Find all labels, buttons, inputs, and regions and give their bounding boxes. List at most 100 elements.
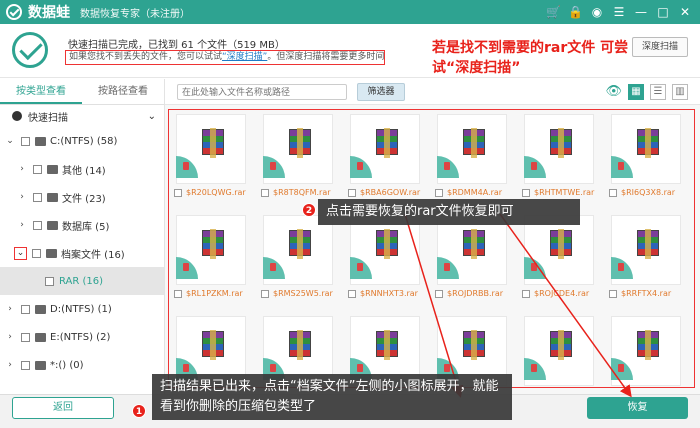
tree-label: 数据库 (5) [62,221,110,233]
tip-text-before: 如果您找不到丢失的文件，您可以试试 [69,52,223,62]
maximize-icon[interactable]: □ [656,5,670,19]
sidebar: 按类型查看 按路径查看 快速扫描 ⌄ ⌄ C:(NTFS) (58) › 其他 … [0,79,165,394]
tab-by-type[interactable]: 按类型查看 [0,79,82,104]
file-card[interactable]: $RI6Q3X8.rar [605,112,692,207]
scan-status-text: 快速扫描已完成，已找到 61 个文件（519 MB） [68,40,285,51]
file-card[interactable]: $R8T8QFM.rar [257,112,344,207]
file-name-row: $RMS25W5.rar [261,289,333,298]
detail-view-icon[interactable]: ▥ [672,83,688,100]
checkbox[interactable] [32,248,41,258]
file-card[interactable]: $ROJDRBB.rar [431,213,518,308]
file-name: $RBA6GOW.rar [360,188,421,197]
window-subtitle: 数据恢复专家（未注册） [80,8,190,20]
chevron-down-icon[interactable]: ⌄ [148,111,156,122]
checkbox[interactable] [174,289,182,298]
file-card[interactable]: $R20LQWG.rar [170,112,257,207]
tree-item-e-drive[interactable]: › E:(NTFS) (2) [0,323,164,351]
file-grid-highlight: $R20LQWG.rar $R8T8QFM.rar $RBA6GOW.rar $RDM… [168,109,695,388]
grid-view-icon[interactable]: ▦ [628,83,644,100]
file-card[interactable]: $ROJCDE4.rar [518,213,605,308]
chevron-right-icon[interactable]: › [16,220,28,230]
file-name: $RHTMTWE.rar [534,188,595,197]
chevron-right-icon[interactable]: › [4,360,16,370]
file-name-row: $RRFTX4.rar [609,289,671,298]
tree-label: D:(NTFS) (1) [50,303,112,315]
checkbox[interactable] [435,289,443,298]
file-name-row: $RHTMTWE.rar [522,188,594,197]
tree-label: RAR (16) [59,275,104,287]
lock-icon[interactable]: 🔒 [568,5,583,19]
checkbox[interactable] [21,360,30,370]
back-button[interactable]: 返回 [12,397,114,419]
file-card[interactable]: $RHTMTWE.rar [518,112,605,207]
file-name: $RNNHXT3.rar [360,289,418,298]
file-card[interactable]: $RBA6GOW.rar [344,112,431,207]
list-view-icon[interactable]: ☰ [650,83,666,100]
checkbox[interactable] [33,164,42,174]
tree-item-documents[interactable]: › 文件 (23) [0,183,164,211]
checkbox[interactable] [609,188,617,197]
chevron-right-icon[interactable]: › [16,164,28,174]
recover-button[interactable]: 恢复 [587,397,688,419]
drive-icon [35,360,46,370]
file-card[interactable]: $RNNHXT3.rar [344,213,431,308]
checkbox[interactable] [21,332,30,342]
cart-icon[interactable]: 🛒 [546,5,561,19]
file-name-row: $RNNHXT3.rar [348,289,418,298]
callout-two-badge: 2 [302,203,316,217]
checkbox[interactable] [174,188,182,197]
deep-scan-tip: 如果您找不到丢失的文件，您可以试试“深度扫描”。但深度扫描将需要更多时间。 [65,50,385,65]
tree-item-database[interactable]: › 数据库 (5) [0,211,164,239]
checkbox[interactable] [21,304,30,314]
expand-chevron-icon[interactable]: ⌄ [14,246,27,260]
file-card[interactable] [605,314,692,387]
checkbox[interactable] [522,188,530,197]
tree-item-d-drive[interactable]: › D:(NTFS) (1) [0,295,164,323]
chevron-right-icon[interactable]: › [4,332,16,342]
menu-icon[interactable]: ☰ [612,5,626,19]
annotation-deep-scan: 若是找不到需要的rar文件 可尝试“深度扫描” [432,40,629,76]
checkbox[interactable] [33,192,42,202]
file-card[interactable]: $RRFTX4.rar [605,213,692,308]
checkbox[interactable] [261,289,269,298]
file-card[interactable]: $RDMM4A.rar [431,112,518,207]
checkbox[interactable] [33,220,42,230]
chevron-right-icon[interactable]: › [16,192,28,202]
checkbox[interactable] [348,289,356,298]
checkbox[interactable] [261,188,269,197]
tree-item-rar[interactable]: RAR (16) [0,267,164,295]
tree-item-other[interactable]: › 其他 (14) [0,155,164,183]
filter-button[interactable]: 筛选器 [357,82,405,101]
chevron-right-icon[interactable]: › [4,304,16,314]
deep-scan-button[interactable]: 深度扫描 [632,37,688,57]
search-input[interactable] [177,83,347,100]
tree-item-unknown-drive[interactable]: › *:() (0) [0,351,164,379]
file-card[interactable] [518,314,605,387]
quick-scan-header[interactable]: 快速扫描 ⌄ [0,105,164,127]
checkbox[interactable] [21,136,30,146]
tree-item-c-drive[interactable]: ⌄ C:(NTFS) (58) [0,127,164,155]
rar-archive-icon [550,128,572,158]
file-card[interactable]: $RL1PZKM.rar [170,213,257,308]
file-name-row: $RL1PZKM.rar [174,289,243,298]
checkbox[interactable] [348,188,356,197]
rar-archive-icon [202,229,224,259]
file-name: $RI6Q3X8.rar [621,188,676,197]
preview-eye-icon[interactable]: 👁 [605,84,622,99]
checkbox[interactable] [522,289,530,298]
file-name-row: $ROJDRBB.rar [435,289,503,298]
tab-by-path[interactable]: 按路径查看 [82,79,164,104]
rar-archive-icon [289,128,311,158]
user-icon[interactable]: ◉ [590,5,604,19]
checkbox[interactable] [609,289,617,298]
rar-archive-icon [376,128,398,158]
file-area: 筛选器 👁 ▦ ☰ ▥ $R20LQWG.rar $R8T8QFM.rar $RBA… [165,79,700,394]
minimize-icon[interactable]: — [634,5,648,19]
checkbox[interactable] [435,188,443,197]
close-icon[interactable]: ✕ [678,5,692,19]
deep-scan-link[interactable]: “深度扫描” [222,52,267,62]
chevron-down-icon[interactable]: ⌄ [4,136,16,146]
tree-item-archives[interactable]: ⌄ 档案文件 (16) [0,239,164,267]
checkbox[interactable] [45,276,54,286]
file-card[interactable]: $RMS25W5.rar [257,213,344,308]
